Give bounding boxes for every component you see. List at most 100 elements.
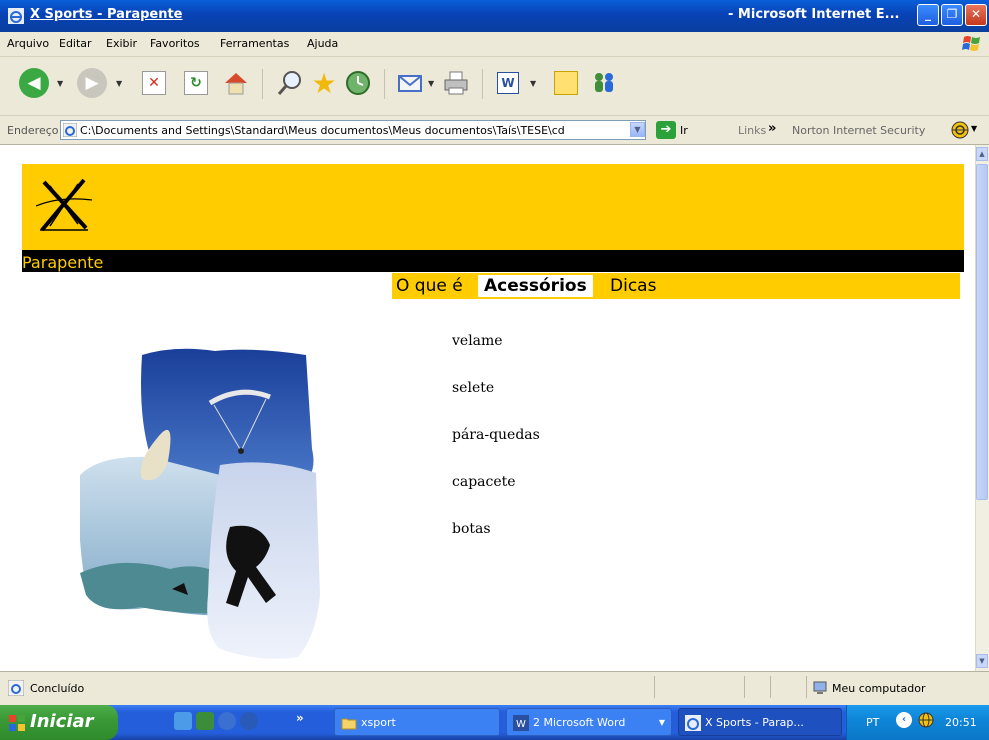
menu-arquivo[interactable]: Arquivo: [7, 37, 49, 50]
tray-expand-icon[interactable]: ‹: [896, 712, 912, 728]
status-divider: [806, 676, 807, 698]
ie-page-icon: [63, 123, 77, 137]
note-icon: [554, 71, 578, 95]
back-arrow-icon: ◀: [19, 68, 49, 98]
accessory-link-velame[interactable]: velame: [452, 333, 503, 349]
mail-button[interactable]: [392, 65, 428, 101]
scroll-up-icon[interactable]: ▲: [976, 147, 988, 161]
quicklaunch-outlook-icon[interactable]: [196, 712, 214, 730]
print-button[interactable]: [438, 65, 474, 101]
refresh-button[interactable]: ↻: [178, 65, 214, 101]
home-icon: [225, 73, 247, 95]
maximize-button[interactable]: ❐: [941, 4, 963, 26]
word-icon: W: [497, 72, 519, 94]
mail-dropdown-icon[interactable]: ▼: [428, 79, 434, 88]
menu-bar: Arquivo Editar Exibir Favoritos Ferramen…: [0, 32, 989, 57]
menu-ajuda[interactable]: Ajuda: [307, 37, 338, 50]
section-title: Parapente: [22, 253, 104, 272]
refresh-icon: ↻: [184, 71, 208, 95]
accessory-link-selete[interactable]: selete: [452, 380, 494, 396]
chevron-right-icon[interactable]: »: [768, 121, 776, 136]
title-bar[interactable]: X Sports - Parapente - Microsoft Interne…: [0, 0, 989, 32]
scrollbar-thumb[interactable]: [976, 164, 988, 500]
tab-o-que-e[interactable]: O que é: [396, 276, 463, 296]
language-indicator[interactable]: PT: [866, 716, 879, 729]
toolbar-separator: [262, 69, 263, 99]
section-bar: [22, 250, 964, 272]
toolbar-separator: [384, 69, 385, 99]
task-label: X Sports - Parap...: [705, 716, 804, 729]
messenger-button[interactable]: [586, 65, 622, 101]
tab-dicas[interactable]: Dicas: [610, 276, 656, 296]
favorites-button[interactable]: ★: [306, 65, 342, 101]
norton-icon[interactable]: [951, 121, 969, 139]
task-word[interactable]: W 2 Microsoft Word ▼: [506, 708, 672, 736]
security-zone: Meu computador: [832, 682, 926, 695]
toolbar-separator: [482, 69, 483, 99]
xsports-logo: [35, 178, 93, 232]
task-label: xsport: [361, 716, 396, 729]
windows-flag-icon: [962, 36, 980, 51]
menu-favoritos[interactable]: Favoritos: [150, 37, 200, 50]
status-divider: [770, 676, 771, 698]
forward-button[interactable]: ▶: [74, 65, 110, 101]
norton-label[interactable]: Norton Internet Security: [792, 124, 925, 137]
star-icon: ★: [311, 66, 337, 100]
status-divider: [654, 676, 655, 698]
mail-icon: [398, 75, 422, 92]
tab-acessorios[interactable]: Acessórios: [478, 275, 593, 297]
go-button[interactable]: ➔: [656, 121, 676, 139]
network-icon[interactable]: [918, 712, 934, 728]
history-icon: [346, 71, 370, 95]
svg-text:W: W: [516, 719, 526, 730]
forward-dropdown-icon[interactable]: ▼: [116, 79, 122, 88]
home-button[interactable]: [218, 65, 254, 101]
norton-dropdown-icon[interactable]: ▼: [971, 124, 977, 133]
accessory-link-para-quedas[interactable]: pára-quedas: [452, 427, 540, 443]
clock: 20:51: [945, 716, 977, 729]
folder-icon: [341, 718, 357, 730]
discuss-button[interactable]: [548, 65, 584, 101]
quicklaunch-media-icon[interactable]: [218, 712, 236, 730]
links-label[interactable]: Links: [738, 124, 766, 137]
chevron-down-icon: ▼: [658, 718, 665, 727]
menu-exibir[interactable]: Exibir: [106, 37, 137, 50]
messenger-icon: [595, 73, 613, 92]
edit-button[interactable]: W: [490, 65, 526, 101]
minimize-button[interactable]: _: [917, 4, 939, 26]
accessory-link-botas[interactable]: botas: [452, 521, 491, 537]
quicklaunch-ie-icon[interactable]: [174, 712, 192, 730]
status-text: Concluído: [30, 682, 85, 695]
edit-dropdown-icon[interactable]: ▼: [530, 79, 536, 88]
search-button[interactable]: [272, 65, 308, 101]
computer-icon: [813, 681, 827, 694]
back-dropdown-icon[interactable]: ▼: [57, 79, 63, 88]
history-button[interactable]: [340, 65, 376, 101]
back-button[interactable]: ◀: [16, 65, 52, 101]
address-bar: Endereço C:\Documents and Settings\Stand…: [0, 116, 989, 145]
paragliding-photo: [80, 348, 320, 659]
ie-icon: [685, 715, 701, 731]
go-label[interactable]: Ir: [680, 124, 688, 137]
quicklaunch-player-icon[interactable]: [240, 712, 258, 730]
toolbar: ◀ ▼ ▶ ▼ ✕ ↻ ★ ▼ W ▼: [0, 57, 989, 116]
page-content: Parapente O que é Acessórios Dicas velam…: [0, 145, 975, 671]
task-ie-active[interactable]: X Sports - Parap...: [678, 708, 842, 736]
stop-button[interactable]: ✕: [136, 65, 172, 101]
ie-icon: [8, 8, 24, 24]
start-label: Iniciar: [30, 711, 94, 732]
windows-flag-icon: [9, 715, 25, 731]
scroll-down-icon[interactable]: ▼: [976, 654, 988, 668]
address-value: C:\Documents and Settings\Standard\Meus …: [80, 124, 565, 137]
start-button[interactable]: Iniciar: [0, 705, 118, 740]
search-icon: [277, 71, 301, 95]
accessory-link-capacete[interactable]: capacete: [452, 474, 516, 490]
chevron-down-icon[interactable]: ▼: [630, 122, 645, 137]
close-button[interactable]: ✕: [965, 4, 987, 26]
menu-editar[interactable]: Editar: [59, 37, 92, 50]
address-label: Endereço: [7, 124, 59, 137]
stop-icon: ✕: [142, 71, 166, 95]
quicklaunch-more-icon[interactable]: »: [296, 711, 304, 725]
menu-ferramentas[interactable]: Ferramentas: [220, 37, 289, 50]
task-xsport[interactable]: xsport: [334, 708, 500, 736]
